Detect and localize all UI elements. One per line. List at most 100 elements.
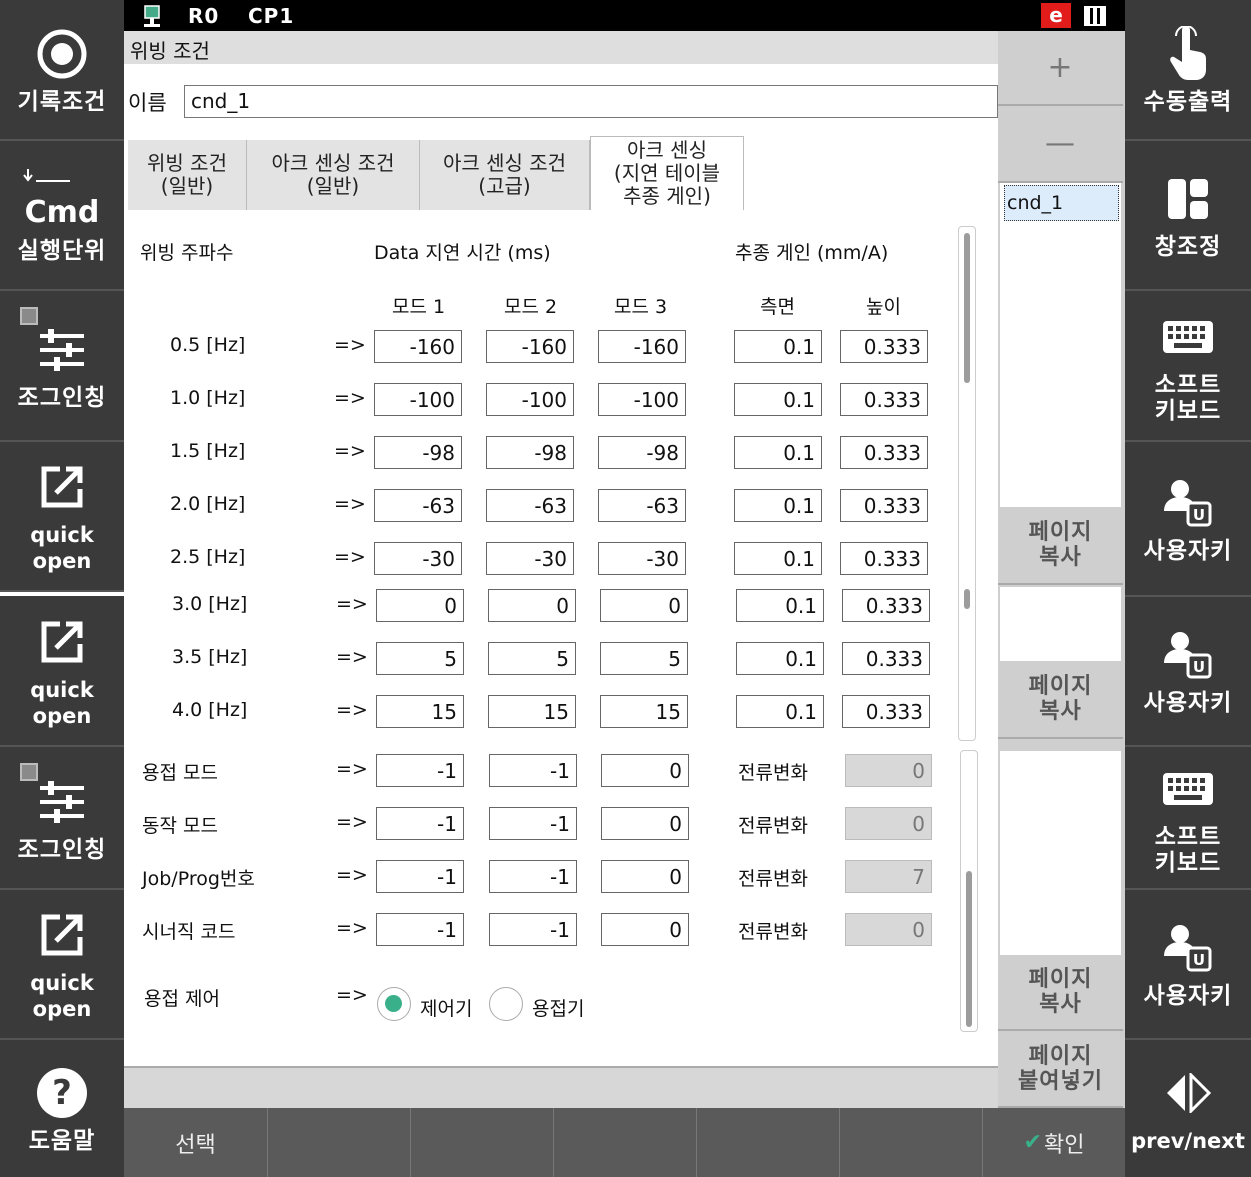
gain-side-field[interactable]: 0.1 [736,695,824,728]
page-paste-button[interactable]: 페이지 붙여넣기 [998,1031,1123,1108]
gain-side-field[interactable]: 0.1 [736,642,824,675]
delay-mode1-field[interactable]: -30 [374,542,462,575]
weld-mode2-field[interactable]: -1 [489,913,577,946]
tab-weaving-general[interactable]: 위빙 조건 (일반) [128,140,247,210]
delay-mode2-field[interactable]: -98 [486,436,574,469]
gain-side-field[interactable]: 0.1 [734,489,822,522]
gain-height-field[interactable]: 0.333 [840,489,928,522]
page-copy-button-1[interactable]: 페이지 복사 [998,507,1123,585]
gain-side-field[interactable]: 0.1 [734,436,822,469]
weld-mode1-field[interactable]: -1 [376,754,464,787]
softkey-5[interactable] [697,1108,840,1177]
jog-inching-button-2[interactable]: 조그인칭 [0,747,124,890]
gain-height-field[interactable]: 0.333 [840,383,928,416]
delay-mode3-field[interactable]: 0 [600,589,688,622]
weld-mode3-field[interactable]: 0 [601,754,689,787]
lower-scrollbar[interactable] [960,750,978,1032]
weld-mode2-field[interactable]: -1 [489,754,577,787]
quick-open-button-3[interactable]: quick open [0,890,124,1040]
delay-mode3-field[interactable]: -160 [598,330,686,363]
delay-mode3-field[interactable]: -30 [598,542,686,575]
scrollbar-thumb[interactable] [964,589,970,609]
gain-height-field[interactable]: 0.333 [840,436,928,469]
gain-side-field[interactable]: 0.1 [734,383,822,416]
delay-mode2-field[interactable]: -100 [486,383,574,416]
softkey-3[interactable] [411,1108,554,1177]
gain-height-field[interactable]: 0.333 [842,642,930,675]
weld-mode2-field[interactable]: -1 [489,807,577,840]
delay-mode2-field[interactable]: -30 [486,542,574,575]
scrollbar-thumb[interactable] [964,233,970,383]
status-bar: R0 CP1 e [124,0,1125,31]
delay-mode1-field[interactable]: 15 [376,695,464,728]
delay-mode1-field[interactable]: -63 [374,489,462,522]
select-button[interactable]: 선택 [124,1108,268,1177]
scrollbar-thumb[interactable] [966,871,972,1027]
user-key-button-3[interactable]: U 사용자키 [1125,890,1251,1040]
softkey-4[interactable] [554,1108,697,1177]
prev-next-label: prev/next [1131,1128,1245,1153]
weld-mode3-field[interactable]: 0 [601,860,689,893]
name-input[interactable]: cnd_1 [184,85,998,118]
controller-radio[interactable] [377,987,411,1021]
gain-side-field[interactable]: 0.1 [734,542,822,575]
error-badge[interactable]: e [1041,3,1071,28]
add-button[interactable]: + [998,31,1123,106]
softkey-2[interactable] [268,1108,411,1177]
controller-radio-label: 제어기 [420,998,472,1020]
gain-side-field[interactable]: 0.1 [736,589,824,622]
exec-unit-button[interactable]: Cmd 실행단위 [0,141,124,291]
quick-open-button-1[interactable]: quick open [0,442,124,592]
gain-height-field[interactable]: 0.333 [840,542,928,575]
tab-arc-sensing-advanced[interactable]: 아크 센싱 조건 (고급) [420,140,590,210]
remove-button[interactable]: — [998,106,1123,183]
welder-radio[interactable] [489,987,523,1021]
tab-line: 아크 센싱 조건 [271,151,395,175]
weld-mode2-field[interactable]: -1 [489,860,577,893]
delay-mode2-field[interactable]: -63 [486,489,574,522]
delay-mode3-field[interactable]: -100 [598,383,686,416]
quick-open-button-2[interactable]: quick open [0,592,124,747]
jog-inching-button-1[interactable]: 조그인칭 [0,291,124,442]
delay-mode2-field[interactable]: 0 [488,589,576,622]
delay-mode1-field[interactable]: -160 [374,330,462,363]
delay-mode3-field[interactable]: 5 [600,642,688,675]
window-adjust-button[interactable]: 창조정 [1125,141,1251,291]
manual-output-button[interactable]: 수동출력 [1125,0,1251,141]
delay-mode3-field[interactable]: -63 [598,489,686,522]
list-item[interactable]: cnd_1 [1004,185,1119,221]
page-copy-button-2[interactable]: 페이지 복사 [998,661,1123,739]
weld-mode3-field[interactable]: 0 [601,807,689,840]
prev-next-button[interactable]: prev/next [1125,1040,1251,1177]
tab-arc-sensing-delay-gain[interactable]: 아크 센싱 (지연 테이블 추종 게인) [590,136,744,210]
weld-mode1-field[interactable]: -1 [376,860,464,893]
delay-mode1-field[interactable]: -98 [374,436,462,469]
help-button[interactable]: ? 도움말 [0,1040,124,1177]
soft-keyboard-button-1[interactable]: 소프트 키보드 [1125,291,1251,442]
record-condition-button[interactable]: 기록조건 [0,0,124,141]
weld-mode3-field[interactable]: 0 [601,913,689,946]
delay-mode1-field[interactable]: 5 [376,642,464,675]
gain-side-field[interactable]: 0.1 [734,330,822,363]
gain-height-field[interactable]: 0.333 [840,330,928,363]
user-key-button-2[interactable]: U 사용자키 [1125,597,1251,747]
user-key-button-1[interactable]: U 사용자키 [1125,442,1251,597]
weld-mode1-field[interactable]: -1 [376,913,464,946]
delay-mode3-field[interactable]: -98 [598,436,686,469]
gain-height-field[interactable]: 0.333 [842,695,930,728]
delay-mode1-field[interactable]: -100 [374,383,462,416]
delay-mode2-field[interactable]: 5 [488,642,576,675]
delay-mode2-field[interactable]: 15 [488,695,576,728]
delay-mode3-field[interactable]: 15 [600,695,688,728]
weld-mode1-field[interactable]: -1 [376,807,464,840]
upper-scrollbar[interactable] [958,226,976,741]
confirm-button[interactable]: ✔ 확인 [983,1108,1125,1177]
condition-list: cnd_1 [1000,183,1121,507]
page-copy-button-3[interactable]: 페이지 복사 [998,955,1123,1031]
tab-arc-sensing-general[interactable]: 아크 센싱 조건 (일반) [247,140,420,210]
delay-mode1-field[interactable]: 0 [376,589,464,622]
delay-mode2-field[interactable]: -160 [486,330,574,363]
soft-keyboard-button-2[interactable]: 소프트 키보드 [1125,747,1251,890]
gain-height-field[interactable]: 0.333 [842,589,930,622]
softkey-6[interactable] [840,1108,983,1177]
